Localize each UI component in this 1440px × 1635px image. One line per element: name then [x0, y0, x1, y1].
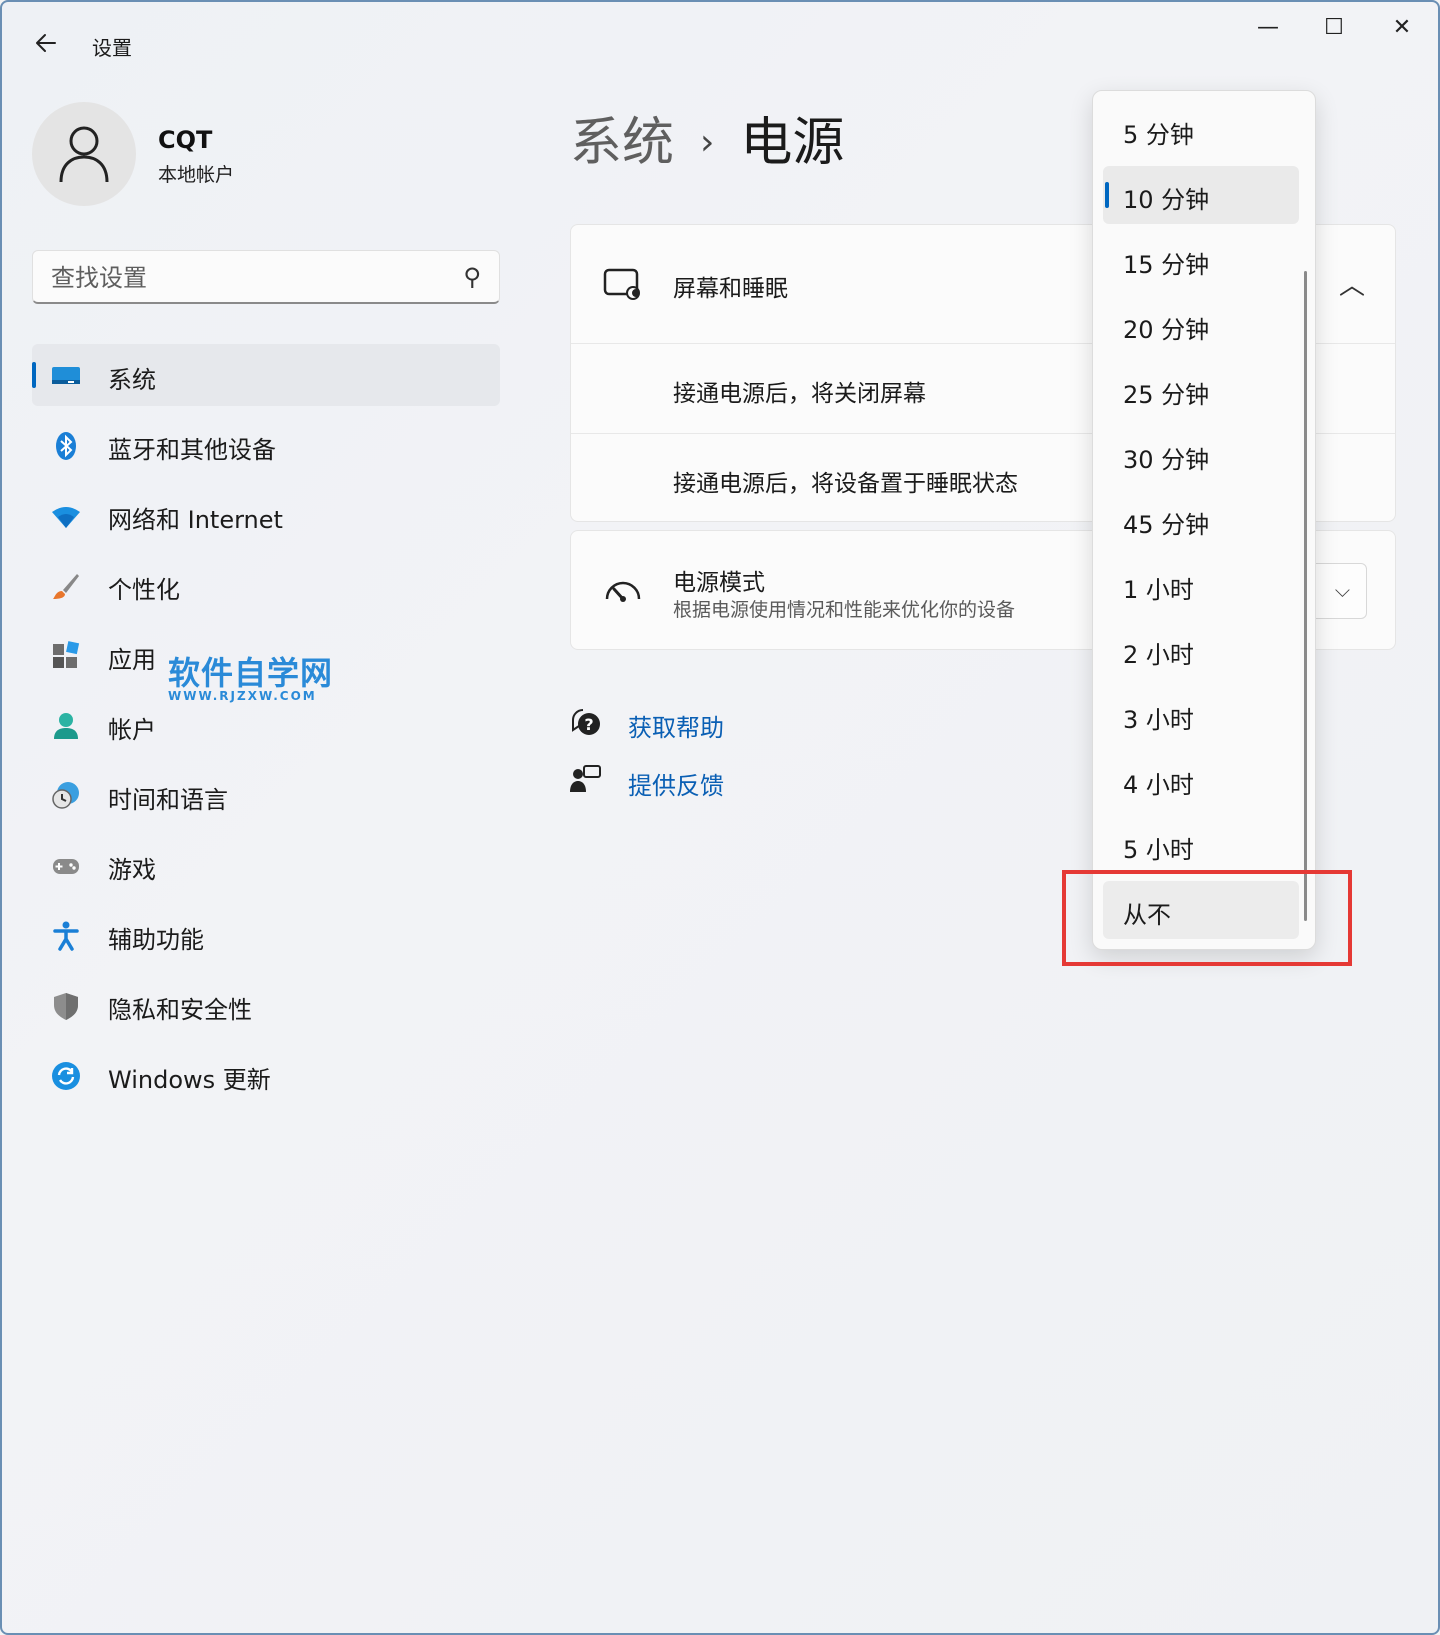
dropdown-option[interactable]: 4 小时: [1103, 751, 1299, 809]
arrow-left-icon: [36, 34, 56, 52]
dropdown-option[interactable]: 20 分钟: [1103, 296, 1299, 354]
close-icon: ✕: [1392, 15, 1412, 40]
sidebar-item-label: 网络和 Internet: [108, 506, 283, 534]
dropdown-option-label: 5 分钟: [1123, 121, 1194, 149]
bluetooth-icon: [56, 432, 76, 460]
sidebar-item-label: 时间和语言: [108, 786, 228, 814]
sidebar-item-accounts[interactable]: 帐户: [32, 694, 500, 756]
dropdown-option[interactable]: 15 分钟: [1103, 231, 1299, 289]
highlight-box: [1062, 870, 1352, 966]
watermark: 软件自学网 WWW.RJZXW.COM: [168, 656, 333, 702]
get-help-link[interactable]: 获取帮助: [628, 708, 724, 743]
dropdown-option-label: 25 分钟: [1123, 381, 1210, 409]
breadcrumb-parent[interactable]: 系统: [570, 113, 674, 173]
breadcrumb-separator: ›: [700, 122, 715, 163]
dropdown-option[interactable]: 2 小时: [1103, 621, 1299, 679]
sidebar-item-label: 游戏: [108, 856, 156, 884]
sidebar-item-label: 系统: [108, 366, 156, 394]
account-icon: [54, 713, 78, 739]
dropdown-option-label: 2 小时: [1123, 641, 1194, 669]
svg-text:?: ?: [584, 715, 593, 734]
sidebar-item-personalization[interactable]: 个性化: [32, 554, 500, 616]
screen-sleep-title: 屏幕和睡眠: [673, 276, 788, 302]
watermark-main: 软件自学网: [168, 654, 334, 692]
watermark-sub: WWW.RJZXW.COM: [168, 689, 317, 703]
feedback-icon: [570, 765, 601, 792]
sidebar-item-label: Windows 更新: [108, 1066, 271, 1094]
user-silhouette-icon: [59, 126, 109, 183]
minimize-icon: —: [1257, 15, 1279, 40]
window-title: 设置: [92, 36, 132, 60]
system-icon: [52, 367, 80, 384]
brush-icon: [53, 574, 79, 599]
apps-icon: [53, 641, 80, 668]
sidebar-item-windows-update[interactable]: Windows 更新: [32, 1044, 500, 1106]
dropdown-option-label: 30 分钟: [1123, 446, 1210, 474]
sidebar-item-gaming[interactable]: 游戏: [32, 834, 500, 896]
timeout-dropdown-menu: 5 分钟 10 分钟 15 分钟 20 分钟 25 分钟 30 分钟 45 分钟…: [1092, 90, 1316, 950]
power-mode-title: 电源模式: [673, 570, 765, 596]
breadcrumb: 系统 › 电源: [570, 100, 844, 175]
sidebar-item-label: 应用: [108, 646, 156, 674]
sidebar-item-label: 蓝牙和其他设备: [108, 436, 276, 464]
dropdown-option[interactable]: 30 分钟: [1103, 426, 1299, 484]
sidebar-item-time-language[interactable]: 时间和语言: [32, 764, 500, 826]
shield-icon: [54, 993, 78, 1020]
help-icon: ?: [572, 709, 600, 735]
chevron-up-icon[interactable]: ︿: [1339, 265, 1365, 302]
sidebar-item-system[interactable]: 系统: [32, 344, 500, 406]
dropdown-option-label: 5 小时: [1123, 836, 1194, 864]
minimize-button[interactable]: —: [1238, 12, 1298, 44]
back-button[interactable]: [30, 30, 62, 62]
search-icon[interactable]: ⚲: [463, 263, 481, 291]
account-type: 本地帐户: [158, 164, 235, 186]
settings-window: 设置 — ☐ ✕ CQT 本地帐户 ⚲ 系统 蓝牙和其他设备 网络和 Inter…: [0, 0, 1440, 1635]
maximize-button[interactable]: ☐: [1304, 12, 1364, 44]
dropdown-option-label: 1 小时: [1123, 576, 1194, 604]
close-button[interactable]: ✕: [1372, 12, 1432, 44]
power-mode-description: 根据电源使用情况和性能来优化你的设备: [673, 599, 1016, 621]
update-icon: [52, 1062, 80, 1090]
wifi-icon: [52, 507, 80, 528]
maximize-icon: ☐: [1324, 15, 1344, 40]
sidebar-item-label: 隐私和安全性: [108, 996, 252, 1024]
dropdown-option[interactable]: 5 分钟: [1103, 101, 1299, 159]
sidebar-item-label: 个性化: [108, 576, 180, 604]
dropdown-option[interactable]: 45 分钟: [1103, 491, 1299, 549]
search-box[interactable]: ⚲: [32, 250, 500, 304]
give-feedback-link[interactable]: 提供反馈: [628, 766, 724, 801]
screen-off-label: 接通电源后，将关闭屏幕: [673, 381, 926, 407]
sidebar-item-privacy[interactable]: 隐私和安全性: [32, 974, 500, 1036]
sidebar-item-label: 辅助功能: [108, 926, 204, 954]
page-title: 电源: [740, 113, 845, 173]
clock-globe-icon: [52, 782, 79, 809]
sidebar-item-bluetooth[interactable]: 蓝牙和其他设备: [32, 414, 500, 476]
dropdown-option[interactable]: 25 分钟: [1103, 361, 1299, 419]
sidebar-item-network[interactable]: 网络和 Internet: [32, 484, 500, 546]
dropdown-option-label: 15 分钟: [1123, 251, 1210, 279]
dropdown-option[interactable]: 1 小时: [1103, 556, 1299, 614]
dropdown-option-label: 10 分钟: [1123, 186, 1210, 214]
gauge-icon: [605, 581, 641, 602]
dropdown-option-label: 45 分钟: [1123, 511, 1210, 539]
accessibility-icon: [53, 921, 79, 951]
gamepad-icon: [53, 859, 79, 874]
chevron-down-icon: ⌵: [1334, 578, 1350, 602]
dropdown-option-label: 20 分钟: [1123, 316, 1210, 344]
avatar[interactable]: [32, 102, 136, 206]
dropdown-option-label: 3 小时: [1123, 706, 1194, 734]
sidebar-item-accessibility[interactable]: 辅助功能: [32, 904, 500, 966]
sleep-label: 接通电源后，将设备置于睡眠状态: [673, 471, 1018, 497]
user-name: CQT: [158, 126, 213, 154]
dropdown-option-label: 4 小时: [1123, 771, 1194, 799]
sidebar-item-label: 帐户: [108, 716, 156, 744]
screen-sleep-icon: [603, 268, 640, 300]
dropdown-option-selected[interactable]: 10 分钟: [1103, 166, 1299, 224]
dropdown-option[interactable]: 5 小时: [1103, 816, 1299, 874]
sidebar-nav: 系统 蓝牙和其他设备 网络和 Internet 个性化 应用 帐户 时间和语言: [32, 344, 500, 1114]
search-input[interactable]: [49, 261, 433, 295]
dropdown-scrollbar[interactable]: [1304, 271, 1307, 921]
dropdown-option[interactable]: 3 小时: [1103, 686, 1299, 744]
